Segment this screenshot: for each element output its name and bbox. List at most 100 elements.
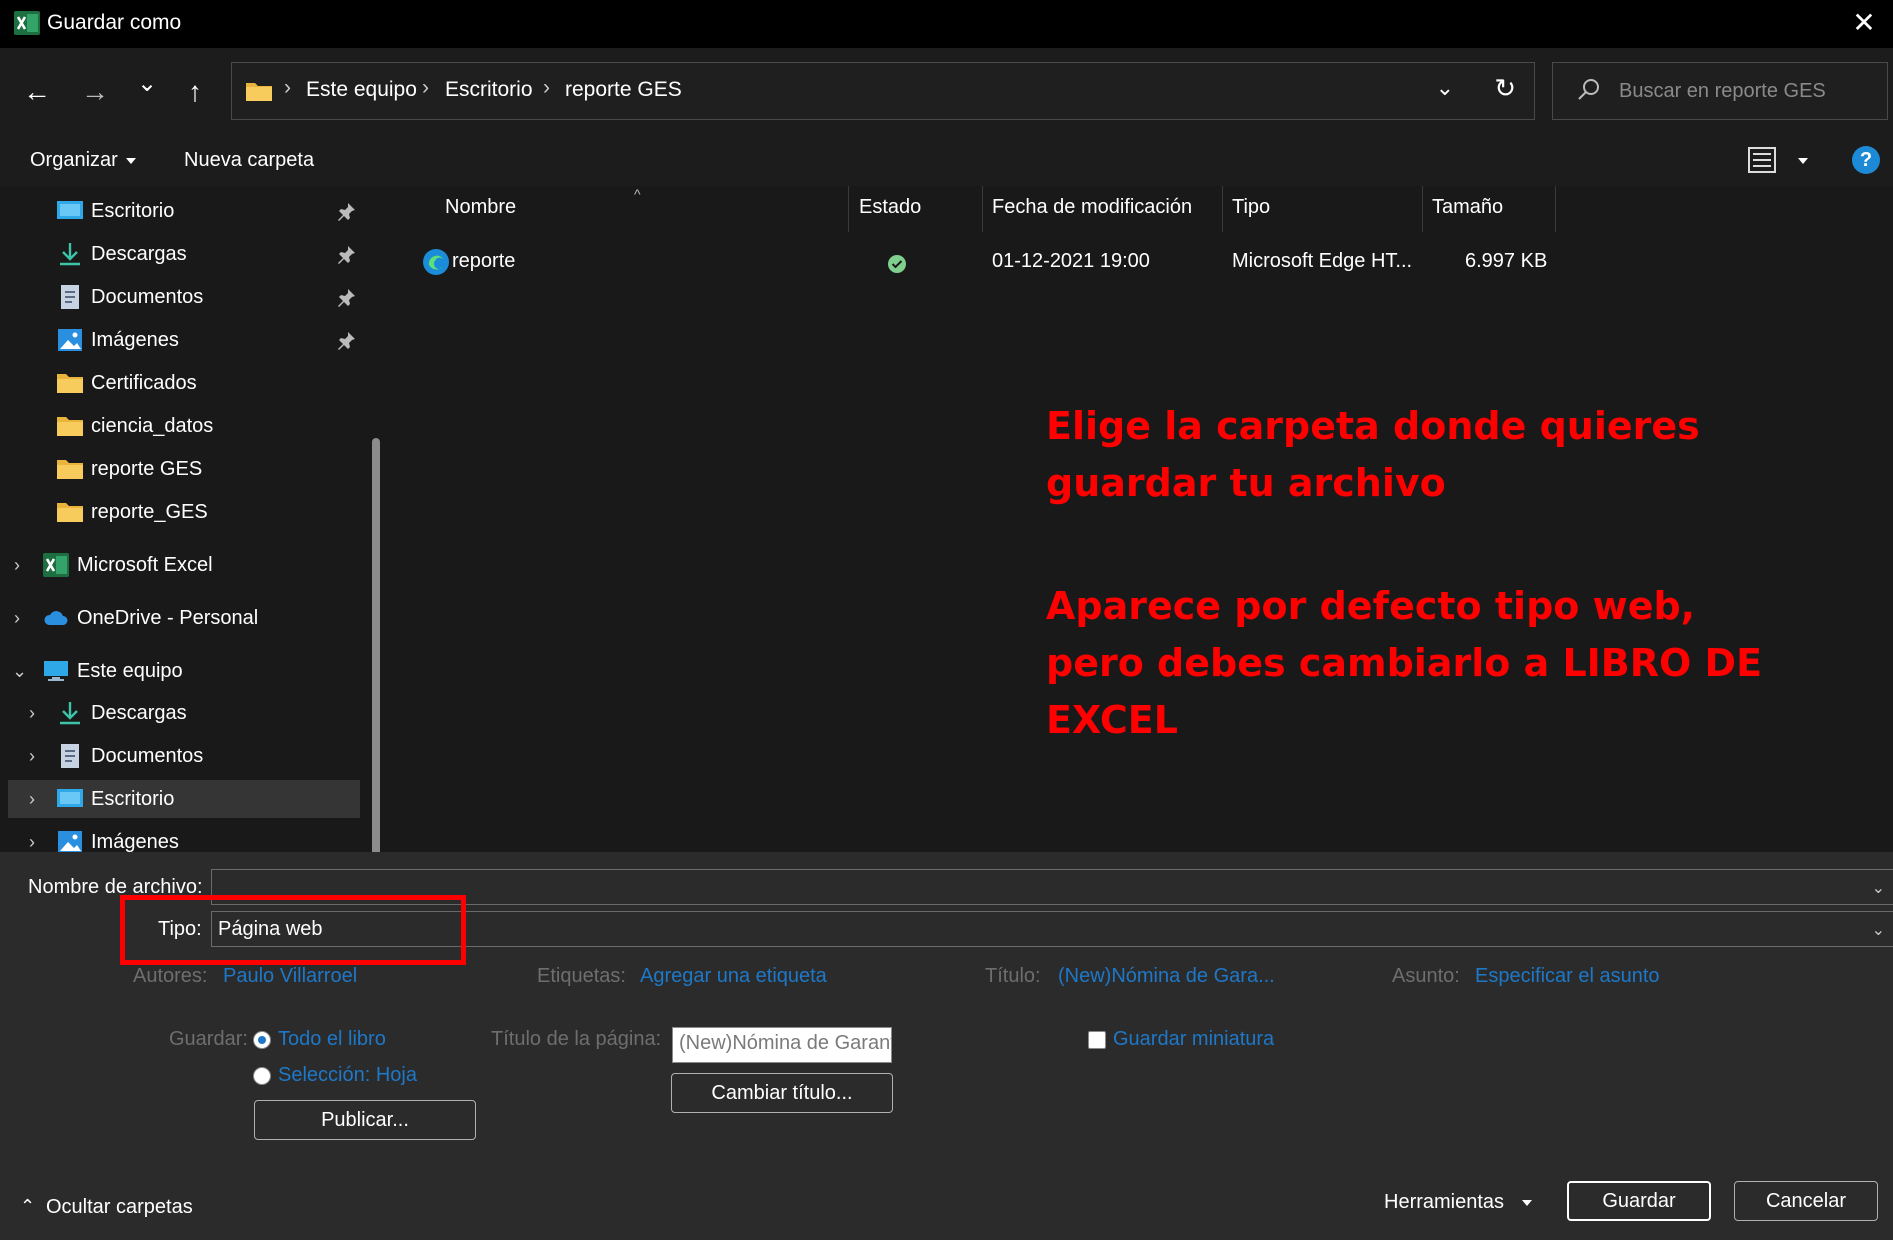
sidebar-item-imagenes[interactable]: Imágenes: [57, 823, 179, 852]
column-divider[interactable]: [848, 186, 849, 232]
tags-label: Etiquetas:: [537, 965, 626, 987]
view-details-icon[interactable]: [1748, 147, 1776, 173]
chevron-right-icon[interactable]: ›: [29, 737, 35, 775]
pin-icon[interactable]: [336, 288, 356, 308]
chevron-up-icon[interactable]: ⌃: [20, 1196, 35, 1217]
document-icon: [61, 285, 79, 309]
chevron-right-icon[interactable]: ›: [29, 780, 35, 818]
sidebar-item-reporte-ges-underscore[interactable]: reporte_GES: [57, 493, 208, 531]
publish-button[interactable]: Publicar...: [254, 1100, 476, 1140]
chevron-right-icon[interactable]: ›: [14, 546, 20, 584]
new-folder-button[interactable]: Nueva carpeta: [184, 149, 314, 172]
pin-icon[interactable]: [336, 202, 356, 222]
breadcrumb-reporte-ges[interactable]: reporte GES: [565, 78, 682, 102]
file-type: Microsoft Edge HT...: [1232, 250, 1413, 272]
up-arrow-icon[interactable]: ↑: [175, 74, 215, 110]
change-title-button[interactable]: Cambiar título...: [671, 1073, 893, 1113]
column-header-size[interactable]: Tamaño: [1432, 196, 1503, 219]
sidebar-item-ciencia-datos[interactable]: ciencia_datos: [57, 407, 213, 445]
option-whole-workbook[interactable]: Todo el libro: [278, 1028, 386, 1051]
chevron-down-icon[interactable]: ⌄: [12, 652, 27, 690]
sidebar-item-label: ciencia_datos: [91, 414, 214, 437]
sidebar-item-microsoft-excel[interactable]: Microsoft Excel: [43, 546, 213, 584]
sidebar-item-imagenes[interactable]: Imágenes: [57, 321, 179, 359]
column-divider[interactable]: [982, 186, 983, 232]
cancel-button[interactable]: Cancelar: [1734, 1181, 1878, 1221]
breadcrumb-este-equipo[interactable]: Este equipo: [306, 78, 417, 102]
annotation-line: EXCEL: [1046, 698, 1178, 742]
column-divider[interactable]: [1222, 186, 1223, 232]
search-input[interactable]: [1619, 75, 1869, 107]
close-icon[interactable]: ✕: [1849, 8, 1879, 38]
title-bar: Guardar como ✕: [0, 0, 1893, 48]
search-box[interactable]: [1552, 62, 1888, 120]
save-scope-label: Guardar:: [169, 1028, 248, 1050]
sidebar-item-onedrive[interactable]: OneDrive - Personal: [43, 599, 258, 637]
sidebar-item-descargas[interactable]: Descargas: [57, 694, 187, 732]
tools-button[interactable]: Herramientas: [1384, 1191, 1533, 1214]
sidebar-item-certificados[interactable]: Certificados: [57, 364, 197, 402]
page-title-input[interactable]: (New)Nómina de Garant: [672, 1027, 892, 1063]
sidebar-item-label: reporte_GES: [91, 500, 208, 523]
chevron-right-icon[interactable]: ›: [14, 599, 20, 637]
subject-value[interactable]: Especificar el asunto: [1475, 965, 1660, 988]
address-dropdown-icon[interactable]: ⌄: [1436, 75, 1454, 101]
chevron-down-icon[interactable]: ⌄: [1872, 878, 1885, 898]
breadcrumb-escritorio[interactable]: Escritorio: [445, 78, 533, 102]
sidebar-item-label: Certificados: [91, 371, 197, 394]
table-row[interactable]: reporte 01-12-2021 19:00 Microsoft Edge …: [422, 244, 1672, 278]
hide-folders-button[interactable]: Ocultar carpetas: [46, 1196, 193, 1219]
annotation-choose-folder: Elige la carpeta donde quieres guardar t…: [1046, 398, 1766, 512]
thumbnail-label[interactable]: Guardar miniatura: [1113, 1028, 1274, 1051]
breadcrumb-separator: ›: [422, 76, 429, 99]
chevron-down-icon: [1522, 1199, 1533, 1206]
column-divider[interactable]: [1555, 186, 1556, 232]
file-list[interactable]: ^ Nombre Estado Fecha de modificación Ti…: [392, 186, 1893, 852]
back-arrow-icon[interactable]: ←: [17, 74, 57, 110]
forward-arrow-icon[interactable]: →: [75, 74, 115, 110]
radio-selection-sheet[interactable]: [253, 1067, 271, 1085]
address-bar[interactable]: › Este equipo › Escritorio › reporte GES…: [231, 62, 1535, 120]
sidebar-item-descargas[interactable]: Descargas: [57, 235, 187, 273]
chevron-right-icon[interactable]: ›: [29, 694, 35, 732]
chevron-down-icon[interactable]: ⌄: [1872, 920, 1885, 940]
folder-icon: [57, 460, 83, 479]
sidebar-item-label: Documentos: [91, 285, 204, 308]
view-options-chevron-icon[interactable]: [1798, 158, 1808, 164]
folder-icon: [246, 83, 272, 101]
sync-ok-icon: [888, 255, 906, 273]
radio-whole-workbook[interactable]: [253, 1031, 271, 1049]
chevron-right-icon[interactable]: ›: [29, 823, 35, 852]
sidebar-item-reporte-ges[interactable]: reporte GES: [57, 450, 202, 488]
sidebar-item-label: Escritorio: [91, 199, 175, 222]
excel-icon: [43, 553, 69, 577]
refresh-icon[interactable]: ↻: [1494, 73, 1516, 104]
authors-value[interactable]: Paulo Villarroel: [223, 965, 357, 988]
computer-icon: [44, 661, 68, 681]
title-value[interactable]: (New)Nómina de Gara...: [1058, 965, 1275, 988]
window-title: Guardar como: [47, 11, 182, 34]
navigation-pane[interactable]: Escritorio Descargas Documentos Imágenes…: [0, 186, 392, 852]
file-name[interactable]: reporte: [452, 250, 515, 273]
column-header-type[interactable]: Tipo: [1232, 196, 1270, 219]
option-selection-sheet[interactable]: Selección: Hoja: [278, 1064, 417, 1087]
column-header-status[interactable]: Estado: [859, 196, 921, 219]
annotation-line: guardar tu archivo: [1046, 461, 1446, 505]
column-header-name[interactable]: Nombre: [445, 196, 516, 219]
sidebar-item-documentos[interactable]: Documentos: [57, 278, 203, 316]
sidebar-item-documentos[interactable]: Documentos: [57, 737, 203, 775]
sidebar-scrollbar[interactable]: [372, 438, 380, 852]
pin-icon[interactable]: [336, 245, 356, 265]
help-icon[interactable]: ?: [1852, 146, 1880, 174]
tags-value[interactable]: Agregar una etiqueta: [640, 965, 827, 988]
sidebar-item-escritorio-selected[interactable]: Escritorio: [57, 780, 174, 818]
pin-icon[interactable]: [336, 331, 356, 351]
sidebar-item-este-equipo[interactable]: Este equipo: [43, 652, 183, 690]
recent-locations-chevron-icon[interactable]: ⌄: [127, 66, 167, 102]
column-divider[interactable]: [1422, 186, 1423, 232]
save-button[interactable]: Guardar: [1567, 1181, 1711, 1221]
sidebar-item-escritorio[interactable]: Escritorio: [57, 192, 174, 230]
thumbnail-checkbox[interactable]: [1088, 1031, 1106, 1049]
organize-button[interactable]: Organizar: [30, 149, 136, 172]
column-header-modified[interactable]: Fecha de modificación: [992, 196, 1192, 219]
